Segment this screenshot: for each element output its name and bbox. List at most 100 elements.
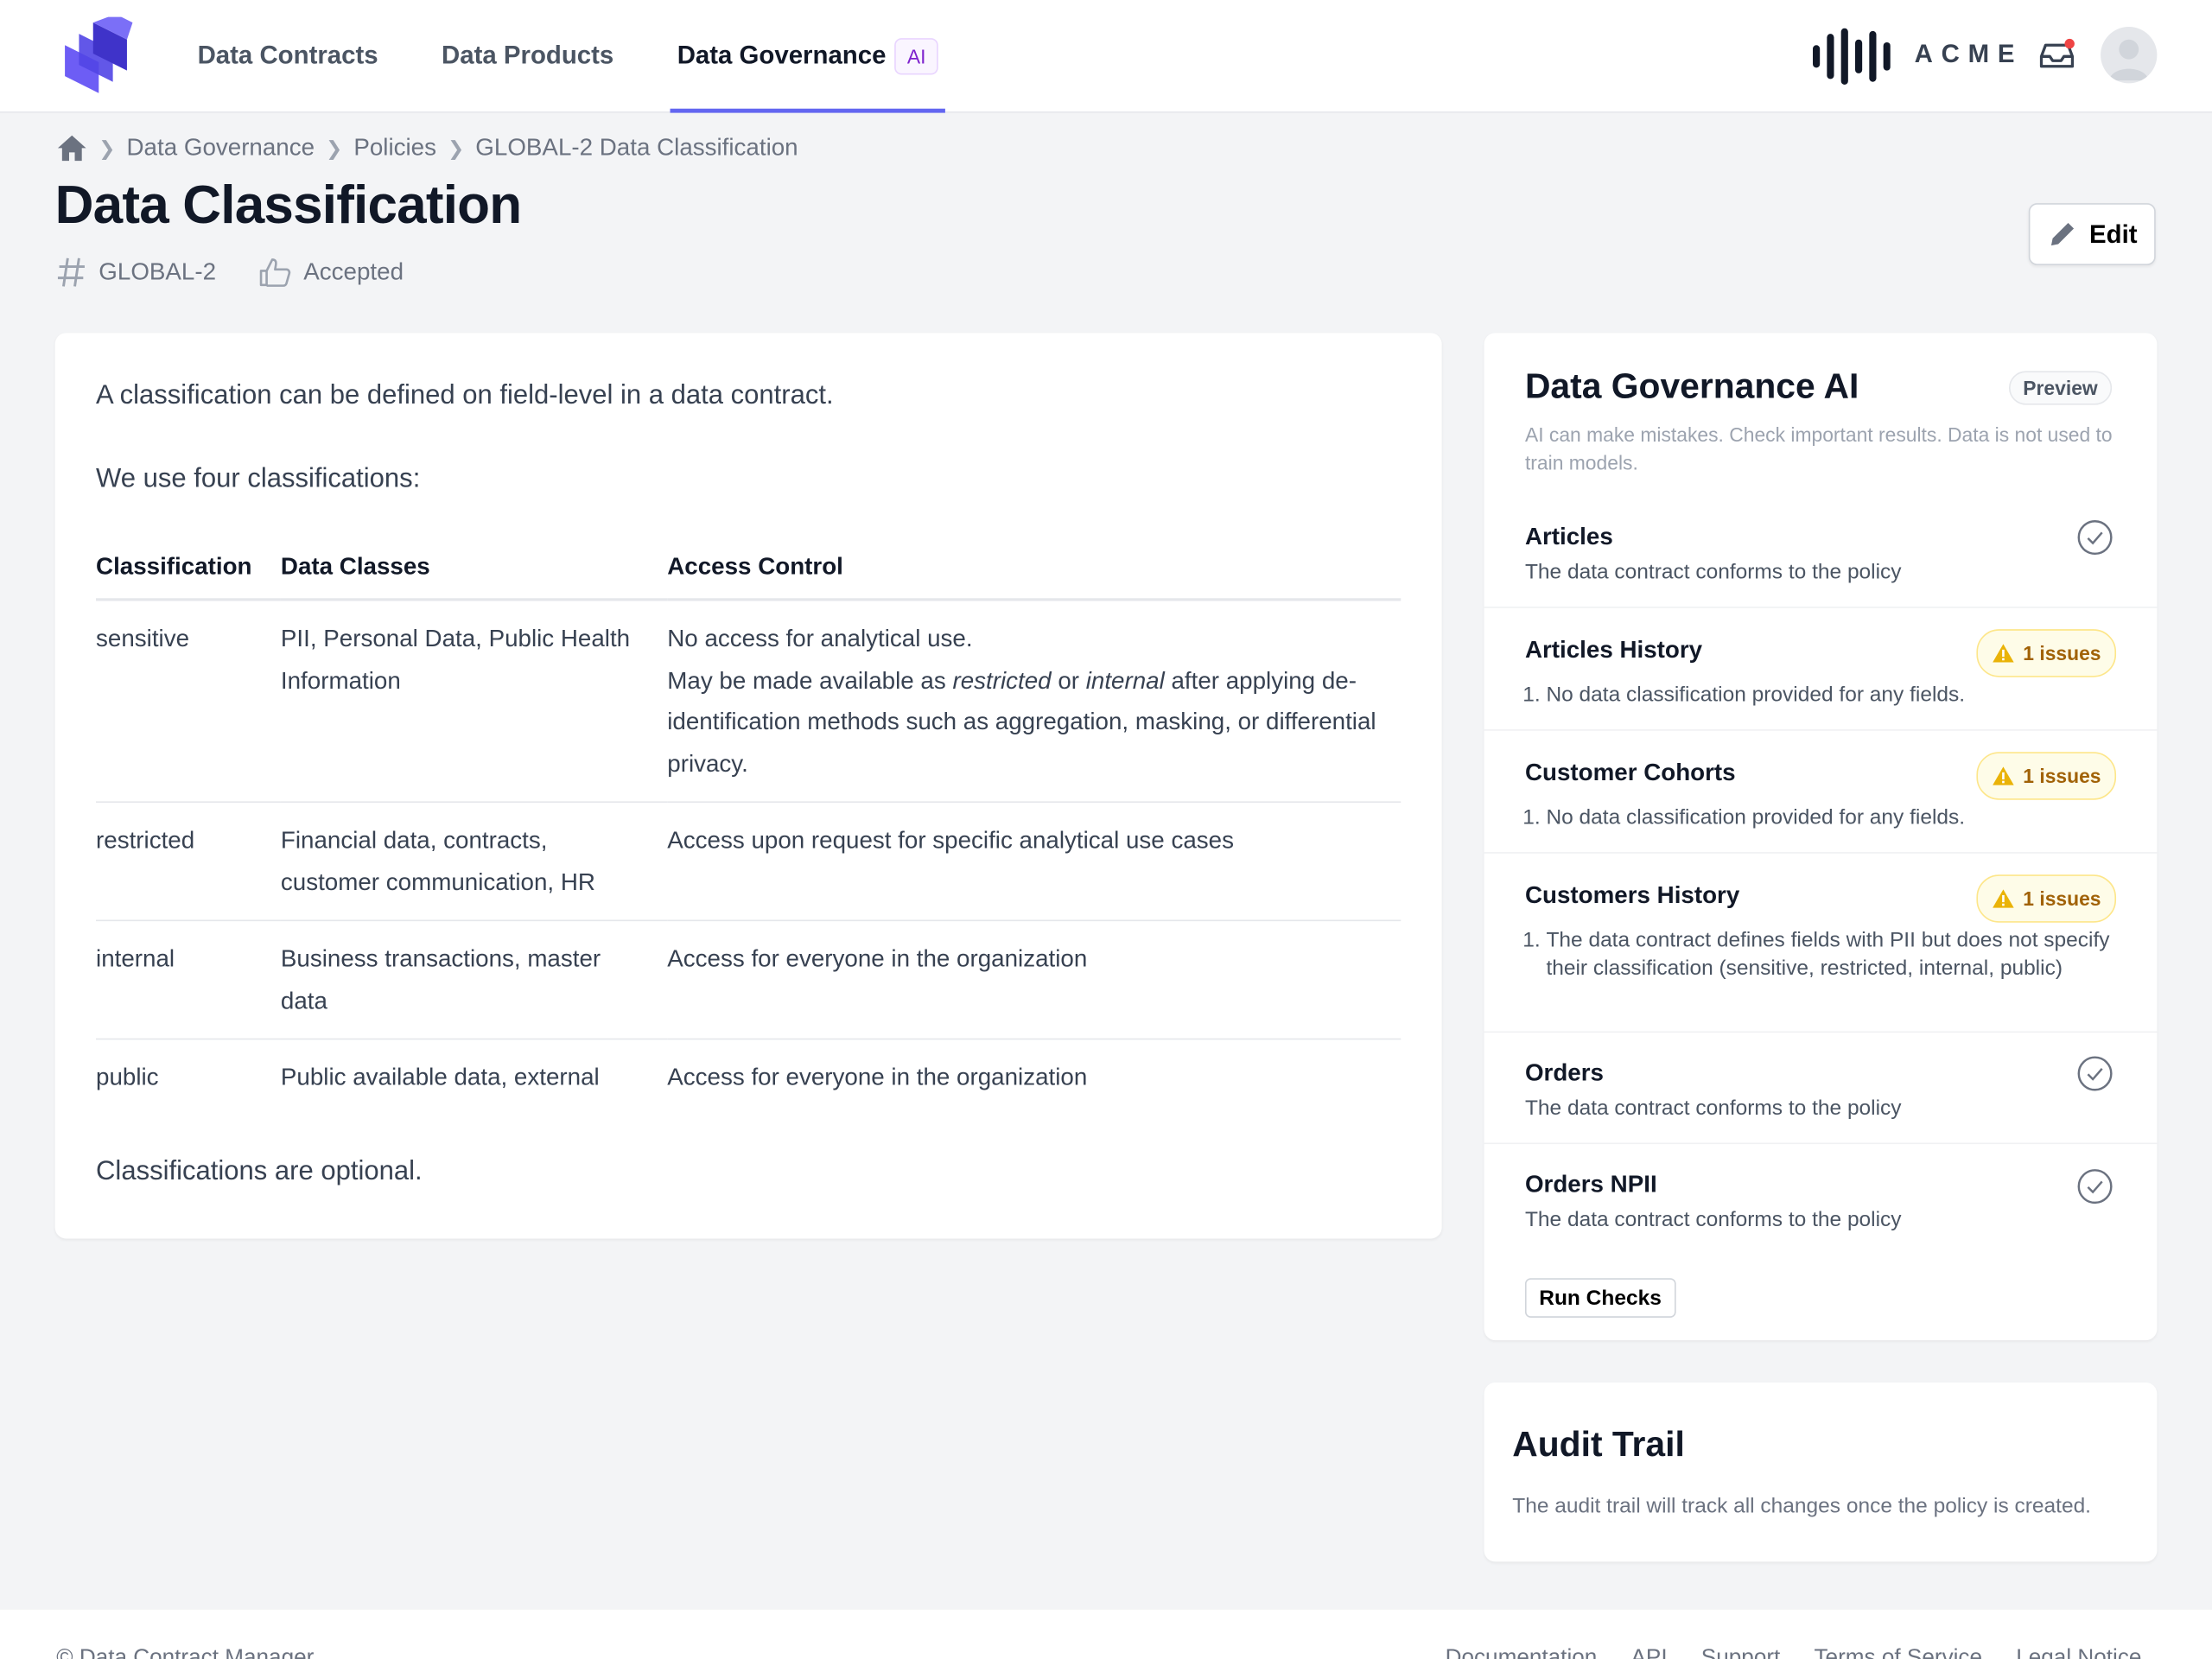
check-circle-icon <box>2077 1056 2113 1091</box>
classification-table: Classification Data Classes Access Contr… <box>96 538 1402 1116</box>
footer-copyright: © Data Contract Manager <box>56 1646 315 1659</box>
issues-count: 1 issues <box>2023 887 2101 911</box>
access-control-cell: Access upon request for specific analyti… <box>667 802 1402 922</box>
footer-link-support[interactable]: Support <box>1701 1646 1781 1659</box>
tab-label: Data Governance <box>677 41 887 70</box>
check-item-customers-history[interactable]: Customers History 1 issues The data cont… <box>1484 852 2158 1033</box>
edit-label: Edit <box>2089 219 2138 248</box>
check-name: Articles History <box>1524 636 1703 664</box>
footer-link-terms[interactable]: Terms of Service <box>1814 1646 1982 1659</box>
hash-icon <box>57 257 85 287</box>
access-emphasis: restricted <box>952 666 1052 694</box>
ai-disclaimer: AI can make mistakes. Check important re… <box>1524 423 2113 474</box>
check-item-customer-cohorts[interactable]: Customer Cohorts 1 issues No data classi… <box>1484 729 2158 854</box>
run-checks-label: Run Checks <box>1539 1286 1662 1310</box>
breadcrumb-current: GLOBAL-2 Data Classification <box>475 134 798 162</box>
data-classes-cell: Business transactions, master data <box>280 920 668 1040</box>
check-description: The data contract conforms to the policy <box>1524 560 1902 584</box>
tab-label: Data Products <box>442 41 614 70</box>
issue-item: The data contract defines fields with PI… <box>1546 927 2110 983</box>
warning-icon <box>1993 766 2014 785</box>
policy-intro: A classification can be defined on field… <box>96 380 834 411</box>
check-item-articles[interactable]: Articles The data contract conforms to t… <box>1484 497 2158 607</box>
access-line: No access for analytical use. <box>667 625 973 652</box>
chevron-right-icon: ❯ <box>326 136 343 159</box>
breadcrumb: ❯ Data Governance ❯ Policies ❯ GLOBAL-2 … <box>56 131 798 165</box>
column-header: Classification <box>96 538 281 601</box>
tab-data-products[interactable]: Data Products <box>442 0 613 111</box>
chevron-right-icon: ❯ <box>99 136 116 159</box>
policy-meta: GLOBAL-2 Accepted <box>56 256 446 289</box>
policy-outro: Classifications are optional. <box>96 1156 423 1187</box>
check-description: The data contract conforms to the policy <box>1524 1096 1902 1121</box>
check-name: Customer Cohorts <box>1524 759 1736 786</box>
edit-button[interactable]: Edit <box>2028 203 2156 265</box>
ai-checks-panel: Data Governance AI Preview AI can make m… <box>1484 333 2158 1341</box>
pencil-icon <box>2050 222 2075 246</box>
check-description: The data contract conforms to the policy <box>1524 1207 1902 1232</box>
tab-data-governance[interactable]: Data Governance AI <box>670 0 946 113</box>
check-item-orders-npii[interactable]: Orders NPII The data contract conforms t… <box>1484 1142 2158 1256</box>
tab-data-contracts[interactable]: Data Contracts <box>198 0 378 111</box>
issues-badge: 1 issues <box>1976 752 2117 800</box>
check-name: Customers History <box>1524 881 1740 909</box>
issue-item: No data classification provided for any … <box>1546 682 2110 710</box>
check-item-orders[interactable]: Orders The data contract conforms to the… <box>1484 1031 2158 1145</box>
policy-content-card: A classification can be defined on field… <box>54 333 1442 1239</box>
warning-icon <box>1993 644 2014 663</box>
inbox-icon[interactable] <box>2037 38 2077 72</box>
classification-cell: sensitive <box>96 599 281 804</box>
top-navigation: Data Contracts Data Products Data Govern… <box>0 0 2212 113</box>
check-circle-icon <box>2077 520 2113 556</box>
data-classes-cell: PII, Personal Data, Public Health Inform… <box>280 599 668 804</box>
thumbs-up-icon <box>259 258 291 287</box>
access-control-cell: Access for everyone in the organization <box>667 920 1402 1040</box>
audit-trail-text: The audit trail will track all changes o… <box>1512 1494 2091 1518</box>
footer-link-documentation[interactable]: Documentation <box>1446 1646 1598 1659</box>
user-avatar[interactable] <box>2101 27 2158 84</box>
access-control-cell: Access for everyone in the organization <box>667 1064 1088 1091</box>
table-row: public Public available data, external A… <box>96 1039 1401 1115</box>
preview-badge: Preview <box>2008 371 2113 405</box>
access-text: or <box>1051 666 1086 694</box>
warning-icon <box>1993 889 2014 908</box>
issues-badge: 1 issues <box>1976 874 2117 923</box>
run-checks-button[interactable]: Run Checks <box>1524 1278 1676 1318</box>
footer-link-api[interactable]: API <box>1631 1646 1668 1659</box>
access-emphasis: internal <box>1085 666 1165 694</box>
brand-name: ACME <box>1914 39 2024 68</box>
breadcrumb-policies[interactable]: Policies <box>353 134 436 162</box>
check-name: Orders <box>1524 1059 1604 1087</box>
column-header: Access Control <box>667 538 1402 601</box>
breadcrumb-data-governance[interactable]: Data Governance <box>127 134 315 162</box>
classification-cell: restricted <box>96 802 281 922</box>
chevron-right-icon: ❯ <box>448 136 465 159</box>
table-row: internal Business transactions, master d… <box>96 920 1402 1040</box>
check-circle-icon <box>2077 1169 2113 1205</box>
column-header: Data Classes <box>280 538 668 601</box>
table-row: restricted Financial data, contracts, cu… <box>96 802 1402 922</box>
classification-cell: public <box>96 1064 159 1091</box>
data-classes-cell: Public available data, external <box>280 1064 600 1091</box>
policy-id-text: GLOBAL-2 <box>99 257 217 285</box>
table-row: sensitive PII, Personal Data, Public Hea… <box>96 599 1402 804</box>
access-control-cell: No access for analytical use. May be mad… <box>667 599 1402 804</box>
check-issue-list: The data contract defines fields with PI… <box>1525 927 2111 983</box>
policy-lead: We use four classifications: <box>96 464 421 494</box>
check-item-articles-history[interactable]: Articles History 1 issues No data classi… <box>1484 607 2158 731</box>
home-icon[interactable] <box>56 134 87 162</box>
data-classes-cell: Financial data, contracts, customer comm… <box>280 802 668 922</box>
page-title: Data Classification <box>54 176 522 236</box>
check-issue-list: No data classification provided for any … <box>1525 682 2111 710</box>
issues-count: 1 issues <box>2023 641 2101 665</box>
policy-id: GLOBAL-2 <box>56 256 216 289</box>
footer-link-legal-notice[interactable]: Legal Notice <box>2016 1646 2141 1659</box>
access-text: May be made available as <box>667 666 953 694</box>
audit-trail-card: Audit Trail The audit trail will track a… <box>1484 1382 2158 1562</box>
page-footer: © Data Contract Manager Documentation AP… <box>0 1609 2212 1659</box>
footer-links: Documentation API Support Terms of Servi… <box>1446 1646 2142 1659</box>
audit-trail-title: Audit Trail <box>1512 1425 1685 1465</box>
classification-cell: internal <box>96 920 281 1040</box>
issues-badge: 1 issues <box>1976 629 2117 677</box>
app-logo-icon[interactable] <box>60 16 133 93</box>
